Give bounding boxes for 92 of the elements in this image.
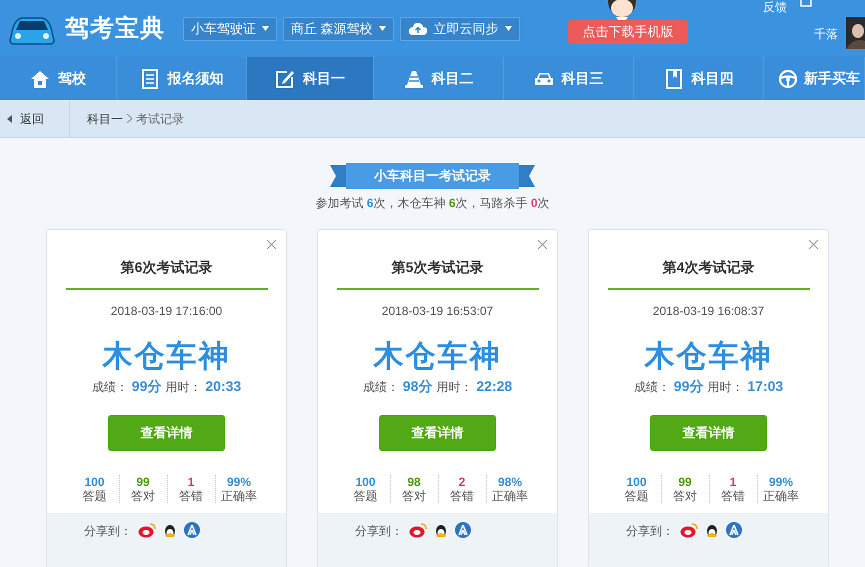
exam-summary: 参加考试 6次，木仓车神 6次，马路杀手 0次 bbox=[315, 195, 550, 212]
stat-label: 答题 bbox=[82, 489, 106, 503]
stat-label: 答题 bbox=[624, 489, 648, 503]
weibo-icon bbox=[680, 522, 698, 538]
details-button[interactable]: 查看详情 bbox=[108, 415, 225, 451]
penguin-icon bbox=[704, 522, 720, 538]
duration-value: 20:33 bbox=[205, 377, 242, 396]
stat-label: 答题 bbox=[354, 489, 378, 503]
steering-wheel-icon bbox=[778, 68, 798, 88]
book-icon bbox=[664, 68, 684, 88]
user-name: 千落 bbox=[814, 26, 838, 43]
weibo-icon bbox=[138, 522, 156, 538]
cone-icon bbox=[404, 68, 424, 88]
breadcrumb-current: 考试记录 bbox=[136, 110, 184, 128]
caret-icon bbox=[378, 26, 386, 31]
stat-value: 1 bbox=[730, 475, 736, 489]
card-title: 第6次考试记录 bbox=[120, 258, 212, 277]
nav-tab[interactable]: 科目一 bbox=[247, 57, 374, 100]
breadcrumb-link[interactable]: 科目一 bbox=[87, 110, 123, 128]
share-label: 分享到： bbox=[84, 523, 132, 540]
exam-time: 2018-03-19 16:53:07 bbox=[382, 303, 494, 320]
duration-label: 用时： bbox=[165, 379, 202, 396]
ribbon-tail-icon bbox=[330, 165, 346, 187]
ribbon-tail-icon bbox=[519, 165, 535, 187]
card-title: 第4次考试记录 bbox=[662, 258, 754, 277]
stat-value: 100 bbox=[84, 475, 105, 489]
penguin-icon bbox=[433, 522, 449, 538]
score-label: 成绩： bbox=[92, 379, 128, 396]
avatar-icon bbox=[846, 17, 865, 49]
edit-icon bbox=[275, 68, 295, 88]
caret-icon bbox=[262, 26, 269, 31]
stat-label: 答错 bbox=[721, 489, 745, 503]
dropdown-button[interactable]: 商丘 森源驾校 bbox=[283, 16, 394, 40]
dropdown-button[interactable]: 小车驾驶证 bbox=[183, 16, 277, 40]
stat-label: 正确率 bbox=[492, 489, 528, 503]
feedback-link[interactable]: 反馈 bbox=[763, 0, 787, 14]
penguin-icon bbox=[162, 522, 178, 538]
share-label: 分享到： bbox=[626, 523, 674, 540]
stat-value: 100 bbox=[626, 475, 647, 489]
duration-value: 17:03 bbox=[747, 377, 784, 396]
stat-value: 99% bbox=[226, 475, 252, 489]
stat-value: 1 bbox=[188, 475, 194, 489]
back-arrow-icon bbox=[7, 114, 12, 122]
document-icon bbox=[140, 68, 160, 88]
ribbon-banner: 小车科目一考试记录 bbox=[346, 163, 519, 189]
stat-label: 答错 bbox=[179, 489, 203, 503]
stat-value: 98 bbox=[407, 475, 421, 489]
stat-value: 99 bbox=[678, 475, 692, 489]
stat-label: 答错 bbox=[450, 489, 474, 503]
details-button[interactable]: 查看详情 bbox=[379, 415, 496, 451]
share-circle-icon bbox=[455, 522, 471, 538]
rank-title: 木仓车神 bbox=[644, 339, 772, 375]
stat-label: 正确率 bbox=[763, 489, 799, 503]
duration-value: 22:28 bbox=[476, 377, 512, 396]
stat-label: 答对 bbox=[402, 489, 426, 503]
exit-icon bbox=[800, 0, 812, 7]
score-value: 99分 bbox=[674, 377, 704, 396]
dropdown-button[interactable]: 立即云同步 bbox=[400, 16, 520, 40]
card-title: 第5次考试记录 bbox=[392, 258, 484, 277]
app-name: 驾考宝典 bbox=[65, 14, 165, 44]
stat-value: 2 bbox=[458, 475, 466, 489]
score-value: 99分 bbox=[132, 377, 162, 396]
close-icon bbox=[809, 240, 818, 249]
back-button[interactable]: 返回 bbox=[0, 100, 70, 137]
duration-label: 用时： bbox=[707, 379, 744, 396]
score-label: 成绩： bbox=[362, 379, 399, 396]
chevron-icon bbox=[127, 114, 132, 123]
stat-label: 答对 bbox=[131, 489, 155, 503]
weibo-icon bbox=[409, 522, 427, 538]
close-icon bbox=[267, 240, 276, 249]
stat-label: 正确率 bbox=[221, 489, 257, 503]
stat-value: 99 bbox=[136, 475, 150, 489]
stat-label: 答对 bbox=[673, 489, 697, 503]
rank-title: 木仓车神 bbox=[374, 339, 502, 375]
stat-value: 100 bbox=[355, 475, 376, 489]
close-icon bbox=[538, 240, 547, 249]
stat-value: 99% bbox=[768, 475, 794, 489]
share-circle-icon bbox=[184, 522, 200, 538]
exam-time: 2018-03-19 17:16:00 bbox=[110, 303, 222, 320]
caret-icon bbox=[504, 26, 512, 31]
exam-time: 2018-03-19 16:08:37 bbox=[652, 303, 764, 320]
stat-value: 98% bbox=[498, 475, 522, 489]
share-label: 分享到： bbox=[355, 523, 403, 540]
cloud-upload-icon bbox=[408, 22, 428, 36]
score-label: 成绩： bbox=[634, 379, 670, 396]
download-button[interactable]: 点击下载手机版 bbox=[568, 20, 688, 44]
share-circle-icon bbox=[726, 522, 742, 538]
rank-title: 木仓车神 bbox=[102, 339, 230, 375]
duration-label: 用时： bbox=[436, 379, 472, 396]
house-icon bbox=[30, 68, 50, 88]
score-value: 98分 bbox=[402, 377, 432, 396]
details-button[interactable]: 查看详情 bbox=[650, 415, 767, 451]
